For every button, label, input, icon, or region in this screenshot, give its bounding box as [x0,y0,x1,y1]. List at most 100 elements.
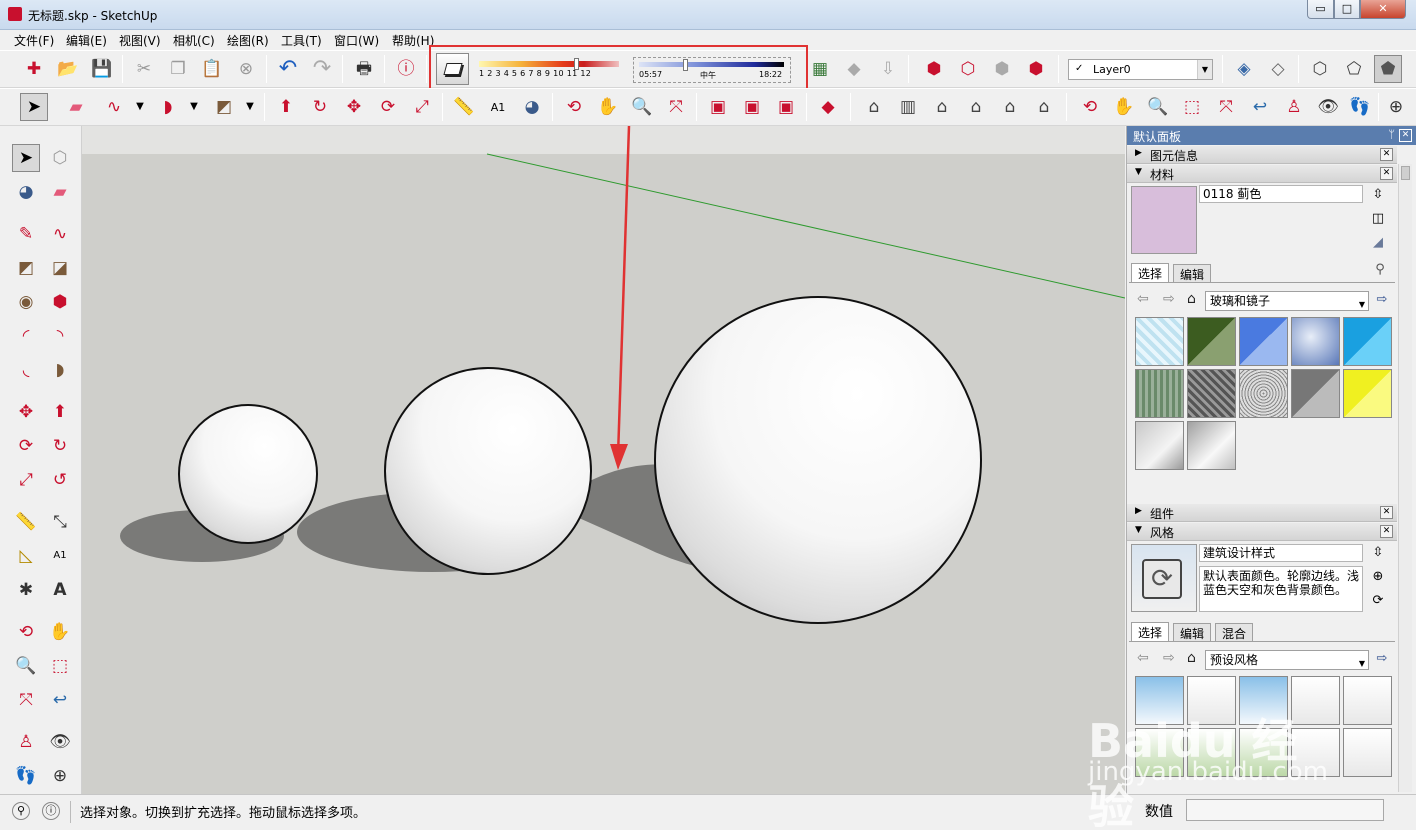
model-info-icon[interactable]: ⓘ [392,55,420,83]
materials-tab-edit[interactable]: 编辑 [1173,264,1212,282]
style-swatch[interactable] [1187,676,1236,725]
open-folder-icon[interactable]: 📂 [54,55,82,83]
layer-dropdown[interactable]: ✓ Layer0 ▼ [1068,59,1213,80]
two-point-arc-icon[interactable]: ◝ [46,322,74,350]
styles-close-button[interactable]: ✕ [1380,525,1393,538]
styles-header[interactable]: ▼ 风格 ✕ [1127,523,1397,541]
material-swatch[interactable] [1135,317,1184,366]
xray-icon[interactable]: ◈ [1230,55,1258,83]
dimension-text-icon[interactable]: A1 [484,93,512,121]
material-swatch[interactable] [1239,317,1288,366]
material-swatch[interactable] [1291,317,1340,366]
front-view-icon[interactable]: ⌂ [928,93,956,121]
style-swatch[interactable] [1343,728,1392,777]
pie-tool-icon[interactable]: ◗ [46,356,74,384]
style-thumbnail[interactable]: ⟳ [1131,544,1197,612]
components-close-button[interactable]: ✕ [1380,506,1393,519]
circle-tool-icon[interactable]: ◉ [12,288,40,316]
measurements-input[interactable] [1186,799,1384,821]
maximize-button[interactable]: □ [1334,0,1360,19]
redo-icon[interactable]: ↷ [308,55,336,83]
material-swatch[interactable] [1291,369,1340,418]
material-swatch[interactable] [1239,369,1288,418]
style-swatch[interactable] [1239,728,1288,777]
zoom-window-icon[interactable]: ⬚ [1178,93,1206,121]
entity-info-header[interactable]: ▶ 图元信息 ✕ [1127,146,1397,164]
time-slider[interactable]: 05:57 中午 18:22 [633,57,791,83]
default-material-icon[interactable]: ◫ [1369,210,1387,228]
offset-tool-icon[interactable]: ↺ [46,466,74,494]
save-icon[interactable]: 💾 [88,55,116,83]
forward-arrow-icon[interactable]: ⇨ [1163,650,1175,666]
scale-icon[interactable]: ⤢ [408,93,436,121]
section-tool-icon[interactable]: ⊕ [46,762,74,790]
materials-header[interactable]: ▼ 材料 ✕ [1127,165,1397,183]
menu-draw[interactable]: 绘图(R) [227,32,269,49]
update-style-icon[interactable]: ⊕ [1369,568,1387,586]
pan2-icon[interactable]: ✋ [1110,93,1138,121]
tape-tool-icon[interactable]: 📏 [12,508,40,536]
previous-tool-icon[interactable]: ↩ [46,686,74,714]
eraser-icon[interactable]: ▰ [62,93,90,121]
share-component-icon[interactable]: ⬢ [988,55,1016,83]
right-view-icon[interactable]: ⌂ [962,93,990,121]
style-swatch[interactable] [1343,676,1392,725]
style-swatch[interactable] [1291,728,1340,777]
model-viewport[interactable] [82,126,1125,794]
line-tool-icon[interactable]: ✎ [12,220,40,248]
menu-edit[interactable]: 编辑(E) [66,32,107,49]
tray-close-button[interactable]: ✕ [1399,129,1412,142]
styles-tab-select[interactable]: 选择 [1131,622,1170,641]
back-arrow-icon[interactable]: ⇦ [1137,291,1149,307]
materials-tab-select[interactable]: 选择 [1131,263,1170,282]
tray-scrollbar[interactable] [1398,164,1412,792]
styles-collection-dropdown[interactable]: 预设风格 ▼ [1205,650,1369,670]
polygon-tool-icon[interactable]: ⬢ [46,288,74,316]
section-plane-icon[interactable]: ⊕ [1382,93,1410,121]
back-arrow-icon[interactable]: ⇦ [1137,650,1149,666]
instructor-icon[interactable]: ⓘ [42,802,60,820]
erase-selection-icon[interactable]: ⊗ [232,55,260,83]
style-swatch[interactable] [1187,728,1236,777]
orbit-tool-icon[interactable]: ⟲ [12,618,40,646]
zoom-tool-icon[interactable]: 🔍 [12,652,40,680]
paste-icon[interactable]: 📋 [198,55,226,83]
pin-icon[interactable]: ᛘ [1388,128,1395,141]
material-swatch[interactable] [1187,421,1236,470]
push-pull-icon[interactable]: ⬆ [272,93,300,121]
move-icon[interactable]: ✥ [340,93,368,121]
protractor-tool-icon[interactable]: ◺ [12,542,40,570]
menu-window[interactable]: 窗口(W) [334,32,379,49]
components-header[interactable]: ▶ 组件 ✕ [1127,504,1397,522]
material-swatch[interactable] [1343,369,1392,418]
top-view-icon[interactable]: ▥ [894,93,922,121]
look-around-icon[interactable]: 👁 [1314,93,1342,121]
eraser-tool-icon[interactable]: ▰ [46,178,74,206]
date-slider[interactable]: 1 2 3 4 5 6 7 8 9 10 11 12 [477,58,623,84]
warehouse-icon[interactable]: ⬢ [920,55,948,83]
style-swatch[interactable] [1135,728,1184,777]
rotated-rectangle-icon[interactable]: ◪ [46,254,74,282]
menu-file[interactable]: 文件(F) [14,32,54,49]
create-style-icon[interactable]: ⇳ [1369,544,1387,562]
material-swatch[interactable] [1135,369,1184,418]
follow-me-tool-icon[interactable]: ↻ [46,432,74,460]
walk-tool-icon[interactable]: 👣 [12,762,40,790]
tray-scroll-thumb[interactable] [1401,166,1410,180]
time-slider-thumb[interactable] [683,59,688,71]
cut-icon[interactable]: ✂ [130,55,158,83]
three-point-arc-icon[interactable]: ◟ [12,356,40,384]
new-model-icon[interactable]: ✚ [20,55,48,83]
materials-close-button[interactable]: ✕ [1380,167,1393,180]
create-material-icon[interactable]: ⇳ [1369,186,1387,204]
look-around-tool-icon[interactable]: 👁 [46,728,74,756]
pan-tool-icon[interactable]: ✋ [46,618,74,646]
chevron-down-icon[interactable]: ▼ [180,93,208,121]
make-component-icon[interactable]: ⬡ [46,144,74,172]
copy-icon[interactable]: ❐ [164,55,192,83]
zoom-extents-icon[interactable]: ⤧ [662,93,690,121]
style-swatch[interactable] [1239,676,1288,725]
rectangle-tool-icon[interactable]: ◩ [12,254,40,282]
geo-location-icon[interactable]: ▦ [806,55,834,83]
material-preview-swatch[interactable] [1131,186,1197,254]
